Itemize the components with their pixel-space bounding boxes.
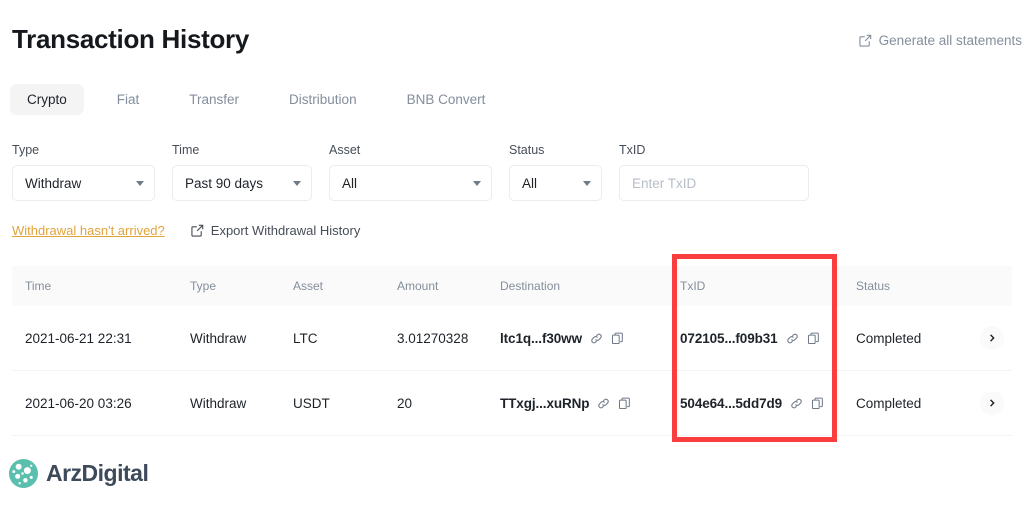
link-icon[interactable] xyxy=(786,332,799,345)
status-select[interactable]: All xyxy=(509,165,602,201)
table-header-row: Time Type Asset Amount Destination TxID … xyxy=(12,266,1012,306)
chevron-down-icon xyxy=(136,180,144,186)
cell-time: 2021-06-20 03:26 xyxy=(25,395,132,411)
copy-icon[interactable] xyxy=(807,332,820,345)
arzdigital-logo-icon xyxy=(8,458,39,489)
table-row[interactable]: 2021-06-20 03:26 Withdraw USDT 20 TTxgj.… xyxy=(12,371,1012,436)
column-header-txid: TxID xyxy=(680,279,706,293)
destination-value: ltc1q...f30ww xyxy=(500,330,582,346)
filter-status: Status All xyxy=(509,143,602,201)
cell-type: Withdraw xyxy=(190,330,247,346)
column-header-type: Type xyxy=(190,279,217,293)
type-select-value: Withdraw xyxy=(25,175,82,191)
cell-asset: USDT xyxy=(293,395,330,411)
filter-type: Type Withdraw xyxy=(12,143,155,201)
tab-crypto[interactable]: Crypto xyxy=(10,84,84,115)
chevron-down-icon xyxy=(293,180,301,186)
cell-txid: 072105...f09b31 xyxy=(680,331,856,346)
link-icon[interactable] xyxy=(597,397,610,410)
chevron-right-icon[interactable] xyxy=(980,391,1004,415)
page-header: Transaction History Generate all stateme… xyxy=(0,0,1024,76)
page-title: Transaction History xyxy=(12,24,250,54)
copy-icon[interactable] xyxy=(811,397,824,410)
filter-type-label: Type xyxy=(12,143,40,157)
txid-value: 504e64...5dd7d9 xyxy=(680,395,783,411)
cell-asset: LTC xyxy=(293,330,318,346)
column-header-destination: Destination xyxy=(500,279,561,293)
column-header-asset: Asset xyxy=(293,279,324,293)
tab-distribution[interactable]: Distribution xyxy=(272,84,374,115)
arzdigital-logo: ArzDigital xyxy=(8,458,149,489)
filter-txid: TxID xyxy=(619,143,809,201)
status-select-value: All xyxy=(522,175,538,191)
copy-icon[interactable] xyxy=(611,332,624,345)
external-link-icon xyxy=(859,34,872,47)
type-select[interactable]: Withdraw xyxy=(12,165,155,201)
cell-time: 2021-06-21 22:31 xyxy=(25,330,132,346)
withdrawal-not-arrived-link[interactable]: Withdrawal hasn't arrived? xyxy=(12,223,165,238)
time-select[interactable]: Past 90 days xyxy=(172,165,312,201)
time-select-value: Past 90 days xyxy=(185,175,264,191)
link-icon[interactable] xyxy=(790,397,803,410)
cell-type: Withdraw xyxy=(190,395,247,411)
chevron-right-icon[interactable] xyxy=(980,326,1004,350)
transactions-table: Time Type Asset Amount Destination TxID … xyxy=(12,266,1012,436)
filter-status-label: Status xyxy=(509,143,545,157)
asset-select-value: All xyxy=(342,175,358,191)
arzdigital-logo-text: ArzDigital xyxy=(46,460,149,486)
export-withdrawal-history-button[interactable]: Export Withdrawal History xyxy=(191,223,361,238)
txid-value: 072105...f09b31 xyxy=(680,330,778,346)
filter-time: Time Past 90 days xyxy=(172,143,312,201)
external-link-icon xyxy=(191,224,204,237)
chevron-down-icon xyxy=(583,180,591,186)
cell-amount: 20 xyxy=(397,395,413,411)
destination-value: TTxgj...xuRNp xyxy=(500,395,590,411)
filter-asset: Asset All xyxy=(329,143,492,201)
filter-time-label: Time xyxy=(172,143,200,157)
export-withdrawal-history-label: Export Withdrawal History xyxy=(210,223,361,238)
row-expand-cell xyxy=(976,326,1012,350)
chevron-down-icon xyxy=(473,180,481,186)
column-header-status: Status xyxy=(856,279,891,293)
tab-bar: Crypto Fiat Transfer Distribution BNB Co… xyxy=(10,84,502,115)
filter-txid-label: TxID xyxy=(619,143,646,157)
filter-bar: Type Withdraw Time Past 90 days Asset Al… xyxy=(12,143,809,201)
cell-status: Completed xyxy=(856,395,922,411)
action-links: Withdrawal hasn't arrived? Export Withdr… xyxy=(12,223,360,238)
filter-asset-label: Asset xyxy=(329,143,361,157)
cell-destination: ltc1q...f30ww xyxy=(500,331,680,346)
asset-select[interactable]: All xyxy=(329,165,492,201)
cell-amount: 3.01270328 xyxy=(397,330,469,346)
row-expand-cell xyxy=(976,391,1012,415)
copy-icon[interactable] xyxy=(618,397,631,410)
tab-transfer[interactable]: Transfer xyxy=(172,84,256,115)
cell-destination: TTxgj...xuRNp xyxy=(500,396,680,411)
column-header-time: Time xyxy=(25,279,52,293)
tab-bnb-convert[interactable]: BNB Convert xyxy=(390,84,503,115)
link-icon[interactable] xyxy=(590,332,603,345)
column-header-amount: Amount xyxy=(397,279,439,293)
tab-fiat[interactable]: Fiat xyxy=(100,84,157,115)
cell-status: Completed xyxy=(856,330,922,346)
txid-search-input[interactable] xyxy=(619,165,809,201)
table-row[interactable]: 2021-06-21 22:31 Withdraw LTC 3.01270328… xyxy=(12,306,1012,371)
cell-txid: 504e64...5dd7d9 xyxy=(680,396,856,411)
generate-all-statements-label: Generate all statements xyxy=(878,33,1022,48)
generate-all-statements-button[interactable]: Generate all statements xyxy=(859,33,1022,48)
